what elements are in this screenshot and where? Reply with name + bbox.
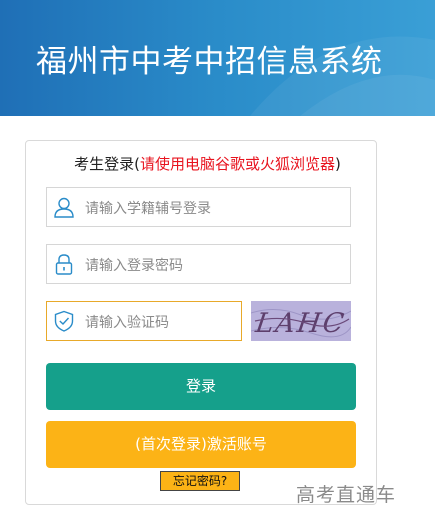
user-icon [54, 197, 74, 218]
login-title-prefix: 考生登录( [74, 155, 140, 173]
username-placeholder: 请输入学籍辅号登录 [85, 201, 211, 217]
captcha-placeholder: 请输入验证码 [85, 315, 169, 331]
captcha-noise: LAHC [251, 301, 351, 341]
login-title-suffix: ) [335, 155, 341, 173]
forgot-password-button[interactable]: 忘记密码? [160, 471, 240, 491]
captcha-field[interactable]: 请输入验证码 [46, 301, 242, 341]
page-title: 福州市中考中招信息系统 [36, 44, 383, 80]
lock-icon [55, 254, 73, 275]
captcha-text: LAHC [253, 308, 348, 339]
shield-check-icon [54, 310, 74, 332]
login-button[interactable]: 登录 [46, 363, 356, 410]
watermark: 高考直通车 [296, 484, 397, 506]
browser-warning: 请使用电脑谷歌或火狐浏览器 [139, 155, 335, 173]
header-banner: 福州市中考中招信息系统 [0, 0, 435, 116]
password-field[interactable]: 请输入登录密码 [46, 244, 351, 284]
password-placeholder: 请输入登录密码 [85, 258, 183, 274]
login-title: 考生登录(请使用电脑谷歌或火狐浏览器) [0, 153, 435, 174]
activate-account-button[interactable]: (首次登录)激活账号 [46, 421, 356, 468]
captcha-image[interactable]: LAHC [251, 301, 351, 341]
username-field[interactable]: 请输入学籍辅号登录 [46, 187, 351, 227]
